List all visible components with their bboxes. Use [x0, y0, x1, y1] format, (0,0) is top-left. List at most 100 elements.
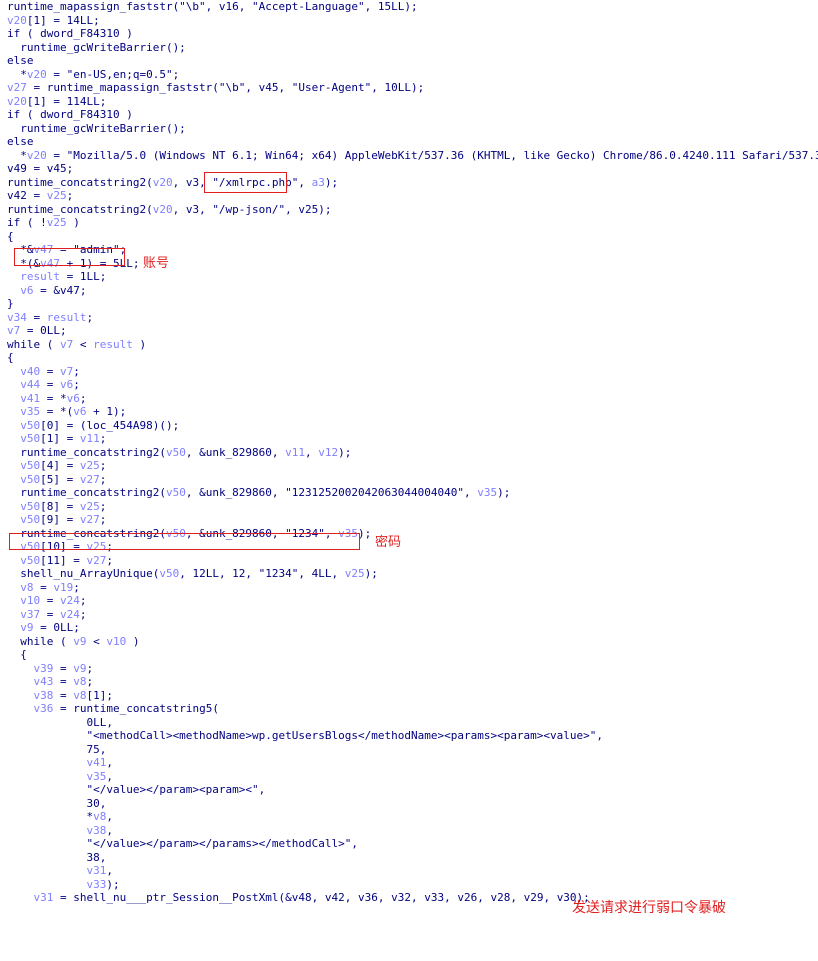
- code-line[interactable]: v7 = 0LL;: [7, 324, 818, 338]
- code-line[interactable]: *v20 = "Mozilla/5.0 (Windows NT 6.1; Win…: [7, 149, 818, 163]
- code-token: v49 = v45;: [7, 162, 74, 175]
- code-line[interactable]: 38,: [7, 851, 818, 865]
- code-line[interactable]: v50[9] = v27;: [7, 513, 818, 527]
- code-line[interactable]: 0LL,: [7, 716, 818, 730]
- code-token: ;: [79, 607, 87, 621]
- variable-token: v8: [93, 810, 107, 823]
- code-line[interactable]: *&v47 = "admin";: [7, 243, 818, 257]
- code-token: ;: [73, 364, 80, 378]
- code-line[interactable]: v44 = v6;: [7, 378, 818, 392]
- code-token: [1] = 14LL;: [26, 13, 100, 27]
- code-line[interactable]: v50[8] = v25;: [7, 500, 818, 514]
- code-line[interactable]: v50[5] = v27;: [7, 473, 818, 487]
- code-line[interactable]: v10 = v24;: [7, 594, 818, 608]
- code-line[interactable]: "</value></param><param><",: [7, 783, 818, 797]
- code-token: ,: [305, 445, 319, 459]
- code-line[interactable]: v35,: [7, 770, 818, 784]
- variable-token: v25: [79, 459, 100, 472]
- code-line[interactable]: v34 = result;: [7, 311, 818, 325]
- code-line[interactable]: runtime_concatstring2(v50, &unk_829860, …: [7, 527, 818, 541]
- code-line[interactable]: while ( v9 < v10 ): [7, 635, 818, 649]
- code-token: , 12LL, 12, "1234", 4LL,: [179, 567, 345, 580]
- code-token: ;: [73, 378, 80, 391]
- variable-token: v50: [165, 486, 186, 499]
- code-line[interactable]: v41 = *v6;: [7, 392, 818, 406]
- code-line[interactable]: *(&v47 + 1) = 5LL;: [7, 257, 818, 271]
- code-line[interactable]: runtime_concatstring2(v50, &unk_829860, …: [7, 446, 818, 460]
- code-line[interactable]: "</value></param></params></methodCall>"…: [7, 837, 818, 851]
- code-line[interactable]: {: [7, 230, 818, 244]
- code-line[interactable]: while ( v7 < result ): [7, 338, 818, 352]
- code-line[interactable]: v20[1] = 114LL;: [7, 95, 818, 109]
- code-line[interactable]: shell_nu_ArrayUnique(v50, 12LL, 12, "123…: [7, 567, 818, 581]
- code-line[interactable]: if ( !v25 ): [7, 216, 818, 230]
- code-line[interactable]: v50[4] = v25;: [7, 459, 818, 473]
- code-line[interactable]: runtime_gcWriteBarrier();: [7, 122, 818, 136]
- code-line[interactable]: v38,: [7, 824, 818, 838]
- code-line[interactable]: v43 = v8;: [7, 675, 818, 689]
- code-line[interactable]: }: [7, 297, 818, 311]
- code-line[interactable]: result = 1LL;: [7, 270, 818, 284]
- variable-token: v7: [59, 337, 74, 351]
- code-line[interactable]: {: [7, 351, 818, 365]
- code-line[interactable]: v36 = runtime_concatstring5(: [7, 702, 818, 716]
- code-line[interactable]: 30,: [7, 797, 818, 811]
- code-line[interactable]: v50[10] = v25;: [7, 540, 818, 554]
- code-line[interactable]: v35 = *(v6 + 1);: [7, 405, 818, 419]
- code-token: );: [338, 445, 352, 459]
- code-line[interactable]: v40 = v7;: [7, 365, 818, 379]
- code-line[interactable]: v42 = v25;: [7, 189, 818, 203]
- variable-token: v11: [79, 432, 100, 445]
- code-line[interactable]: v37 = v24;: [7, 608, 818, 622]
- code-line[interactable]: v39 = v9;: [7, 662, 818, 676]
- code-line[interactable]: v50[1] = v11;: [7, 432, 818, 446]
- code-token: );: [358, 526, 372, 540]
- code-line[interactable]: v38 = v8[1];: [7, 689, 818, 703]
- variable-token: v50: [159, 567, 180, 580]
- code-line[interactable]: v9 = 0LL;: [7, 621, 818, 635]
- variable-token: v6: [73, 405, 87, 418]
- code-line[interactable]: v6 = &v47;: [7, 284, 818, 298]
- code-line[interactable]: v50[11] = v27;: [7, 554, 818, 568]
- code-line[interactable]: runtime_mapassign_faststr("\b", v16, "Ac…: [7, 0, 818, 14]
- code-line[interactable]: v33);: [7, 878, 818, 892]
- code-token: ,: [106, 823, 113, 837]
- code-line[interactable]: "<methodCall><methodName>wp.getUsersBlog…: [7, 729, 818, 743]
- variable-token: v47: [40, 256, 60, 270]
- code-line[interactable]: v27 = runtime_mapassign_faststr("\b", v4…: [7, 81, 818, 95]
- code-token: else: [7, 54, 34, 67]
- code-line[interactable]: v49 = v45;: [7, 162, 818, 176]
- code-line[interactable]: v20[1] = 14LL;: [7, 14, 818, 28]
- code-token: [9] =: [40, 513, 80, 526]
- code-line[interactable]: runtime_concatstring2(v50, &unk_829860, …: [7, 486, 818, 500]
- code-line[interactable]: else: [7, 54, 818, 68]
- code-token: ;: [99, 459, 107, 472]
- code-token: {: [7, 648, 27, 661]
- code-line[interactable]: if ( dword_F84310 ): [7, 27, 818, 41]
- code-line[interactable]: runtime_gcWriteBarrier();: [7, 41, 818, 55]
- code-line[interactable]: v41,: [7, 756, 818, 770]
- pseudocode-view[interactable]: runtime_mapassign_faststr("\b", v16, "Ac…: [7, 0, 818, 905]
- code-line[interactable]: {: [7, 648, 818, 662]
- code-line[interactable]: v31,: [7, 864, 818, 878]
- variable-token: v20: [26, 148, 47, 162]
- code-token: {: [7, 229, 14, 243]
- code-line[interactable]: v50[0] = (loc_454A98)();: [7, 419, 818, 433]
- code-line[interactable]: *v20 = "en-US,en;q=0.5";: [7, 68, 818, 82]
- code-line[interactable]: *v8,: [7, 810, 818, 824]
- code-line[interactable]: if ( dword_F84310 ): [7, 108, 818, 122]
- code-line[interactable]: 75,: [7, 743, 818, 757]
- code-token: =: [26, 310, 47, 324]
- code-line[interactable]: runtime_concatstring2(v20, v3, "/xmlrpc.…: [7, 176, 818, 190]
- code-line[interactable]: runtime_concatstring2(v20, v3, "/wp-json…: [7, 203, 818, 217]
- code-token: ): [132, 337, 147, 351]
- code-line[interactable]: else: [7, 135, 818, 149]
- code-line[interactable]: v8 = v19;: [7, 581, 818, 595]
- code-token: = *: [40, 391, 67, 405]
- code-token: );: [497, 486, 511, 499]
